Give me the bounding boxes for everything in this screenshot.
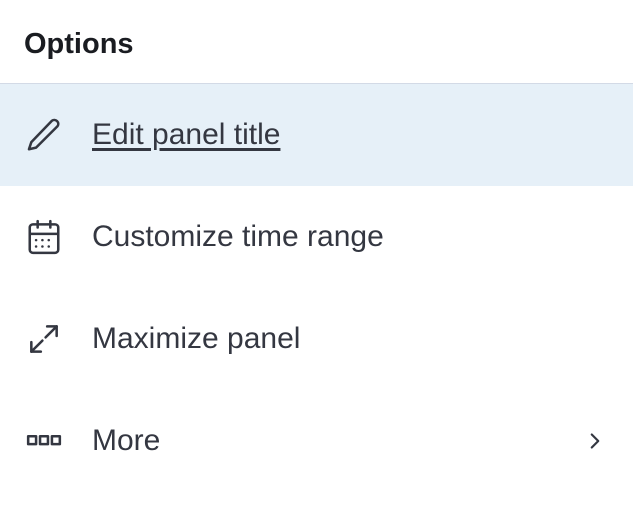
expand-icon <box>24 319 64 359</box>
pencil-icon <box>24 115 64 155</box>
menu-item-edit-panel-title[interactable]: Edit panel title <box>0 84 633 186</box>
calendar-icon <box>24 217 64 257</box>
menu-item-maximize-panel[interactable]: Maximize panel <box>0 288 633 390</box>
options-header: Options <box>0 0 633 84</box>
menu-label-customize-time-range: Customize time range <box>92 220 609 254</box>
menu-label-maximize-panel: Maximize panel <box>92 322 609 356</box>
options-title: Options <box>24 28 609 61</box>
chevron-right-icon <box>581 427 609 455</box>
boxes-icon <box>24 421 64 461</box>
menu-item-customize-time-range[interactable]: Customize time range <box>0 186 633 288</box>
menu-label-edit-panel-title: Edit panel title <box>92 118 609 152</box>
menu-item-more[interactable]: More <box>0 390 633 492</box>
menu-label-more: More <box>92 424 553 458</box>
